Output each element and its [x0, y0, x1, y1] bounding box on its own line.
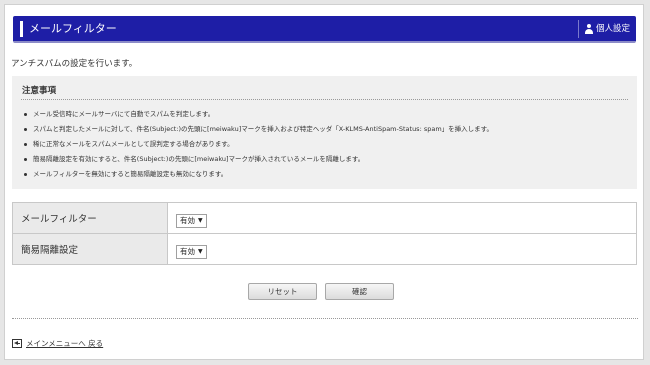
back-arrow-icon	[12, 339, 22, 348]
notice-item: 簡易隔離設定を有効にすると、件名(Subject:)の先頭に[meiwaku]マ…	[21, 152, 493, 167]
dropdown-arrow-icon: ▼	[198, 248, 203, 256]
quarantine-select[interactable]: 有効 ▼	[176, 244, 207, 259]
mail-filter-select[interactable]: 有効 ▼	[176, 213, 207, 228]
notice-box: 注意事項 メール受信時にメールサーバにて自動でスパムを判定します。 スパムと判定…	[12, 76, 637, 189]
notice-divider	[21, 99, 628, 100]
footer-divider	[12, 318, 638, 319]
header-accent-bar	[20, 21, 23, 37]
setting-row-mail-filter: メールフィルター 有効 ▼	[12, 202, 637, 234]
reset-button[interactable]: リセット	[248, 283, 317, 300]
setting-row-quarantine: 簡易隔離設定 有効 ▼	[12, 233, 637, 265]
notice-item: 稀に正常なメールをスパムメールとして誤判定する場合があります。	[21, 137, 493, 152]
quarantine-value: 有効	[180, 247, 195, 257]
person-icon	[584, 24, 593, 34]
notice-item: メールフィルターを無効にすると簡易隔離設定も無効になります。	[21, 167, 493, 182]
personal-settings-link[interactable]: 個人設定	[584, 21, 630, 37]
notice-item: スパムと判定したメールに対して、件名(Subject:)の先頭に[meiwaku…	[21, 122, 493, 137]
notice-item: メール受信時にメールサーバにて自動でスパムを判定します。	[21, 107, 493, 122]
page-header: メールフィルター 個人設定	[13, 16, 636, 43]
back-link-label: メインメニューへ 戻る	[26, 339, 104, 348]
confirm-button[interactable]: 確認	[325, 283, 394, 300]
mail-filter-value: 有効	[180, 216, 195, 226]
notice-list: メール受信時にメールサーバにて自動でスパムを判定します。 スパムと判定したメール…	[21, 107, 493, 182]
settings-table: メールフィルター 有効 ▼ 簡易隔離設定 有効 ▼	[12, 202, 637, 265]
personal-settings-label: 個人設定	[595, 24, 630, 34]
header-separator	[578, 20, 579, 38]
page-description: アンチスパムの設定を行います。	[11, 59, 138, 69]
back-to-main-menu-link[interactable]: メインメニューへ 戻る	[12, 338, 103, 349]
mail-filter-label: メールフィルター	[12, 202, 168, 234]
dropdown-arrow-icon: ▼	[198, 217, 203, 225]
notice-title: 注意事項	[22, 86, 57, 96]
quarantine-label: 簡易隔離設定	[12, 233, 168, 265]
page-title: メールフィルター	[29, 22, 117, 35]
